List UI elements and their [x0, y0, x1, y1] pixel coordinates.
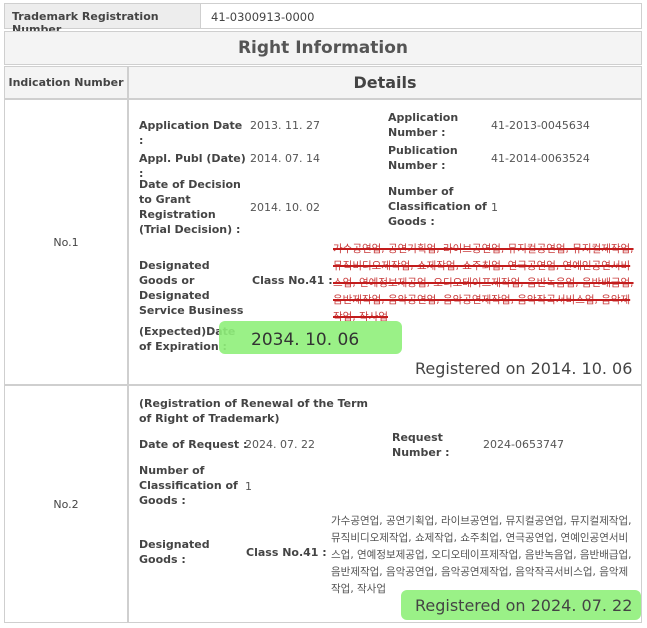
- entry-2-details: (Registration of Renewal of the Term of …: [128, 385, 642, 623]
- classification-count-value: 1: [491, 201, 498, 214]
- publication-number-value: 41-2014-0063524: [491, 152, 590, 165]
- request-number-value: 2024-0653747: [483, 438, 564, 451]
- designated-goods-label-2: Designated Goods :: [139, 538, 210, 566]
- application-number-label: Application Number :: [388, 111, 459, 139]
- classification-count-value-2: 1: [245, 480, 252, 493]
- designated-goods-text-struck: 가수공연업, 공연기획업, 라이브공연업, 뮤지컬공연업, 뮤지컬제작업, 뮤직…: [333, 243, 634, 323]
- date-of-request-value: 2024. 07. 22: [245, 438, 315, 451]
- registration-number-label: Trademark Registration Number: [5, 4, 201, 36]
- date-of-request-label: Date of Request :: [139, 438, 248, 451]
- registered-note: Registered on 2014. 10. 06: [415, 359, 633, 378]
- request-number-label: Request Number :: [392, 431, 450, 459]
- registration-number-value: 41-0300913-0000: [211, 10, 315, 24]
- application-date-value: 2013. 11. 27: [250, 119, 320, 132]
- trademark-record: Trademark Registration Number 41-0300913…: [0, 0, 647, 628]
- designated-goods-text: 가수공연업, 공연기획업, 라이브공연업, 뮤지컬공연업, 뮤지컬제작업, 뮤직…: [331, 515, 632, 595]
- registered-note-2: Registered on 2024. 07. 22: [415, 596, 633, 615]
- appl-publ-date-value: 2014. 07. 14: [250, 152, 320, 165]
- entry-1-details: Application Date : 2013. 11. 27 Applicat…: [128, 99, 642, 385]
- expiration-value: 2034. 10. 06: [251, 330, 360, 350]
- renewal-title: (Registration of Renewal of the Term of …: [139, 397, 369, 425]
- class-label: Class No.41 :: [252, 274, 333, 287]
- classification-count-label: Number of Classification of Goods :: [388, 185, 487, 228]
- entry-1-number: No.1: [4, 99, 128, 385]
- application-number-value: 41-2013-0045634: [491, 119, 590, 132]
- classification-count-label-2: Number of Classification of Goods :: [139, 464, 238, 507]
- designated-goods-label: Designated Goods or Designated Service B…: [139, 259, 244, 317]
- grant-decision-value: 2014. 10. 02: [250, 201, 320, 214]
- section-title: Right Information: [4, 31, 642, 65]
- class-label-2: Class No.41 :: [246, 546, 327, 559]
- application-date-label: Application Date :: [139, 119, 243, 147]
- publication-number-label: Publication Number :: [388, 144, 458, 172]
- indication-number-header: Indication Number: [4, 66, 128, 99]
- entry-2-number: No.2: [4, 385, 128, 623]
- grant-decision-label: Date of Decision to Grant Registration (…: [139, 178, 241, 236]
- details-header: Details: [128, 66, 642, 99]
- registration-number-row: Trademark Registration Number 41-0300913…: [4, 3, 642, 36]
